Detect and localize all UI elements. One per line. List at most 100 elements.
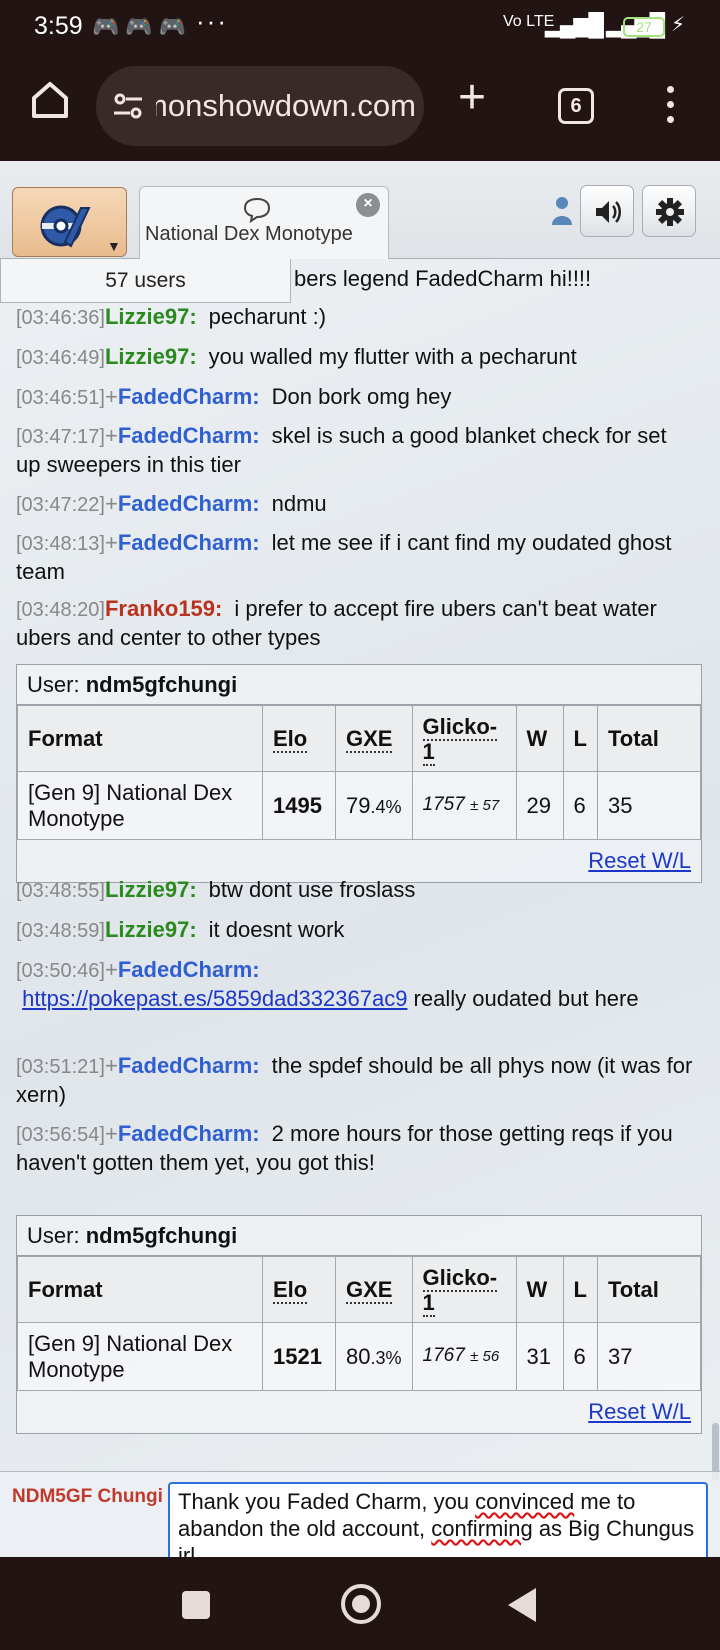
chat-message: [03:46:51]+FadedCharm: Don bork omg hey [16, 383, 696, 412]
table-row: [Gen 9] National Dex Monotype 1495 79.4%… [17, 771, 702, 840]
cell-total: 37 [596, 1322, 702, 1391]
close-icon[interactable]: × [356, 193, 380, 217]
browser-menu-icon[interactable] [663, 86, 677, 132]
page-content: ▼ × National Dex Monotype 57 users bers … [0, 161, 720, 1557]
pokepaste-link[interactable]: https://pokepast.es/5859dad332367ac9 [22, 986, 407, 1011]
cell-total: 35 [596, 771, 702, 840]
header-total: Total [596, 1256, 702, 1323]
header-format: Format [17, 1256, 263, 1323]
sound-button[interactable] [580, 185, 634, 237]
chat-message: [03:51:21]+FadedCharm: the spdef should b… [16, 1052, 696, 1108]
rank-card: User: ndm5gfchungi Format Elo GXE Glicko… [16, 1215, 702, 1434]
username[interactable]: FadedCharm: [118, 1053, 260, 1078]
cell-w: 29 [515, 771, 564, 840]
chat-message: [03:46:49]Lizzie97: you walled my flutter… [16, 343, 696, 372]
header-elo: Elo [262, 1256, 336, 1323]
cell-format: [Gen 9] National Dex Monotype [17, 1322, 263, 1391]
status-bar: 3:59 🎮🎮🎮 ··· Vo LTE ▂▄▆█ ▂▄▆█ 27 ⚡ [0, 0, 720, 56]
tab-switcher-button[interactable]: 6 [558, 88, 594, 124]
speaker-icon [596, 201, 621, 223]
chat-input[interactable]: Thank you Faded Charm, you convinced me … [168, 1482, 708, 1557]
rank-card: User: ndm5gfchungi Format Elo GXE Glicko… [16, 664, 702, 883]
message-text: really oudated but here [407, 986, 639, 1011]
username[interactable]: FadedCharm: [118, 491, 260, 516]
reset-wl-link[interactable]: Reset W/L [588, 1399, 691, 1424]
system-nav-bar [0, 1557, 720, 1650]
rank-table: Format Elo GXE Glicko-1 W L Total [Gen 9… [17, 1256, 702, 1391]
chat-message: [03:48:59]Lizzie97: it doesnt work [16, 916, 696, 945]
settings-button[interactable] [642, 185, 696, 237]
timestamp: [03:46:49] [16, 347, 105, 369]
chat-message: [03:48:20]Franko159: i prefer to accept f… [16, 595, 696, 651]
chat-message: [03:48:13]+FadedCharm: let me see if i ca… [16, 529, 696, 585]
user-rank: + [104, 423, 118, 448]
home-button[interactable] [341, 1584, 381, 1624]
reset-wl-link[interactable]: Reset W/L [588, 848, 691, 873]
timestamp: [03:47:17] [16, 426, 105, 448]
chat-message: [03:47:22]+FadedCharm: ndmu [16, 490, 696, 519]
timestamp: [03:46:36] [16, 307, 105, 329]
chat-message: [03:56:54]+FadedCharm: 2 more hours for t… [16, 1120, 696, 1176]
message-text: Don bork omg hey [271, 384, 452, 409]
username[interactable]: Lizzie97: [105, 344, 197, 369]
cell-l: 6 [562, 771, 598, 840]
timestamp: [03:48:20] [16, 599, 105, 621]
cell-l: 6 [562, 1322, 598, 1391]
header-glicko: Glicko-1 [411, 1256, 517, 1323]
header-elo: Elo [262, 705, 336, 772]
username[interactable]: Lizzie97: [105, 917, 197, 942]
timestamp: [03:46:51] [16, 387, 105, 409]
more-notifications-icon: ··· [196, 6, 228, 36]
username[interactable]: FadedCharm: [118, 957, 260, 982]
username[interactable]: FadedCharm: [118, 423, 260, 448]
cell-glicko: 1767 ± 56 [411, 1322, 517, 1391]
chat-log: bers legend FadedCharm hi!!!! [03:46:36]… [0, 259, 704, 1471]
username[interactable]: Lizzie97: [105, 877, 197, 902]
chat-message-partial: bers legend FadedCharm hi!!!! [294, 266, 592, 291]
back-button[interactable] [508, 1588, 536, 1622]
recents-button[interactable] [182, 1591, 210, 1619]
user-rank: + [104, 1053, 118, 1078]
cell-w: 31 [515, 1322, 564, 1391]
chat-message: [03:46:36]Lizzie97: pecharunt :) [16, 303, 696, 332]
timestamp: [03:48:59] [16, 920, 105, 942]
home-icon[interactable] [28, 78, 72, 122]
username[interactable]: Lizzie97: [105, 304, 197, 329]
status-time: 3:59 [34, 12, 83, 40]
message-text: it doesnt work [208, 917, 345, 942]
url-text: pokemonshowdown.com [156, 88, 416, 123]
browser-toolbar: pokemonshowdown.com + 6 [0, 56, 720, 161]
header-l: L [562, 705, 598, 772]
message-text: btw dont use froslass [208, 877, 416, 902]
timestamp: [03:48:13] [16, 533, 105, 555]
username[interactable]: Franko159: [105, 596, 222, 621]
rank-user-label: User: [27, 1223, 80, 1248]
rank-username: ndm5gfchungi [85, 1223, 238, 1248]
chat-message: [03:48:55]Lizzie97: btw dont use froslass [16, 876, 696, 905]
site-settings-icon[interactable] [112, 90, 144, 122]
user-rank: + [104, 957, 118, 982]
username[interactable]: FadedCharm: [118, 384, 260, 409]
notification-icons: 🎮🎮🎮 [92, 14, 193, 39]
header-gxe: GXE [335, 705, 413, 772]
username[interactable]: FadedCharm: [118, 530, 260, 555]
tab-national-dex-monotype[interactable]: × National Dex Monotype [139, 186, 389, 259]
chat-bubble-icon [243, 197, 271, 223]
room-tab-label: National Dex Monotype [145, 223, 353, 245]
user-icon[interactable] [550, 195, 574, 225]
cell-elo: 1495 [262, 771, 336, 840]
chat-compose-bar: NDM5GF Chungi Thank you Faded Charm, you… [0, 1471, 720, 1557]
new-tab-icon[interactable]: + [458, 74, 486, 122]
message-text: you walled my flutter with a pecharunt [208, 344, 577, 369]
header-total: Total [596, 705, 702, 772]
charging-icon: ⚡ [671, 14, 686, 36]
userlist-toggle[interactable]: 57 users [0, 259, 291, 303]
gear-icon [656, 198, 684, 226]
address-bar[interactable]: pokemonshowdown.com [96, 66, 424, 146]
timestamp: [03:51:21] [16, 1056, 105, 1078]
cell-gxe: 79.4% [335, 771, 413, 840]
header-l: L [562, 1256, 598, 1323]
rank-user-row: User: ndm5gfchungi [17, 665, 701, 705]
username[interactable]: FadedCharm: [118, 1121, 260, 1146]
showdown-logo-menu[interactable]: ▼ [12, 187, 127, 257]
